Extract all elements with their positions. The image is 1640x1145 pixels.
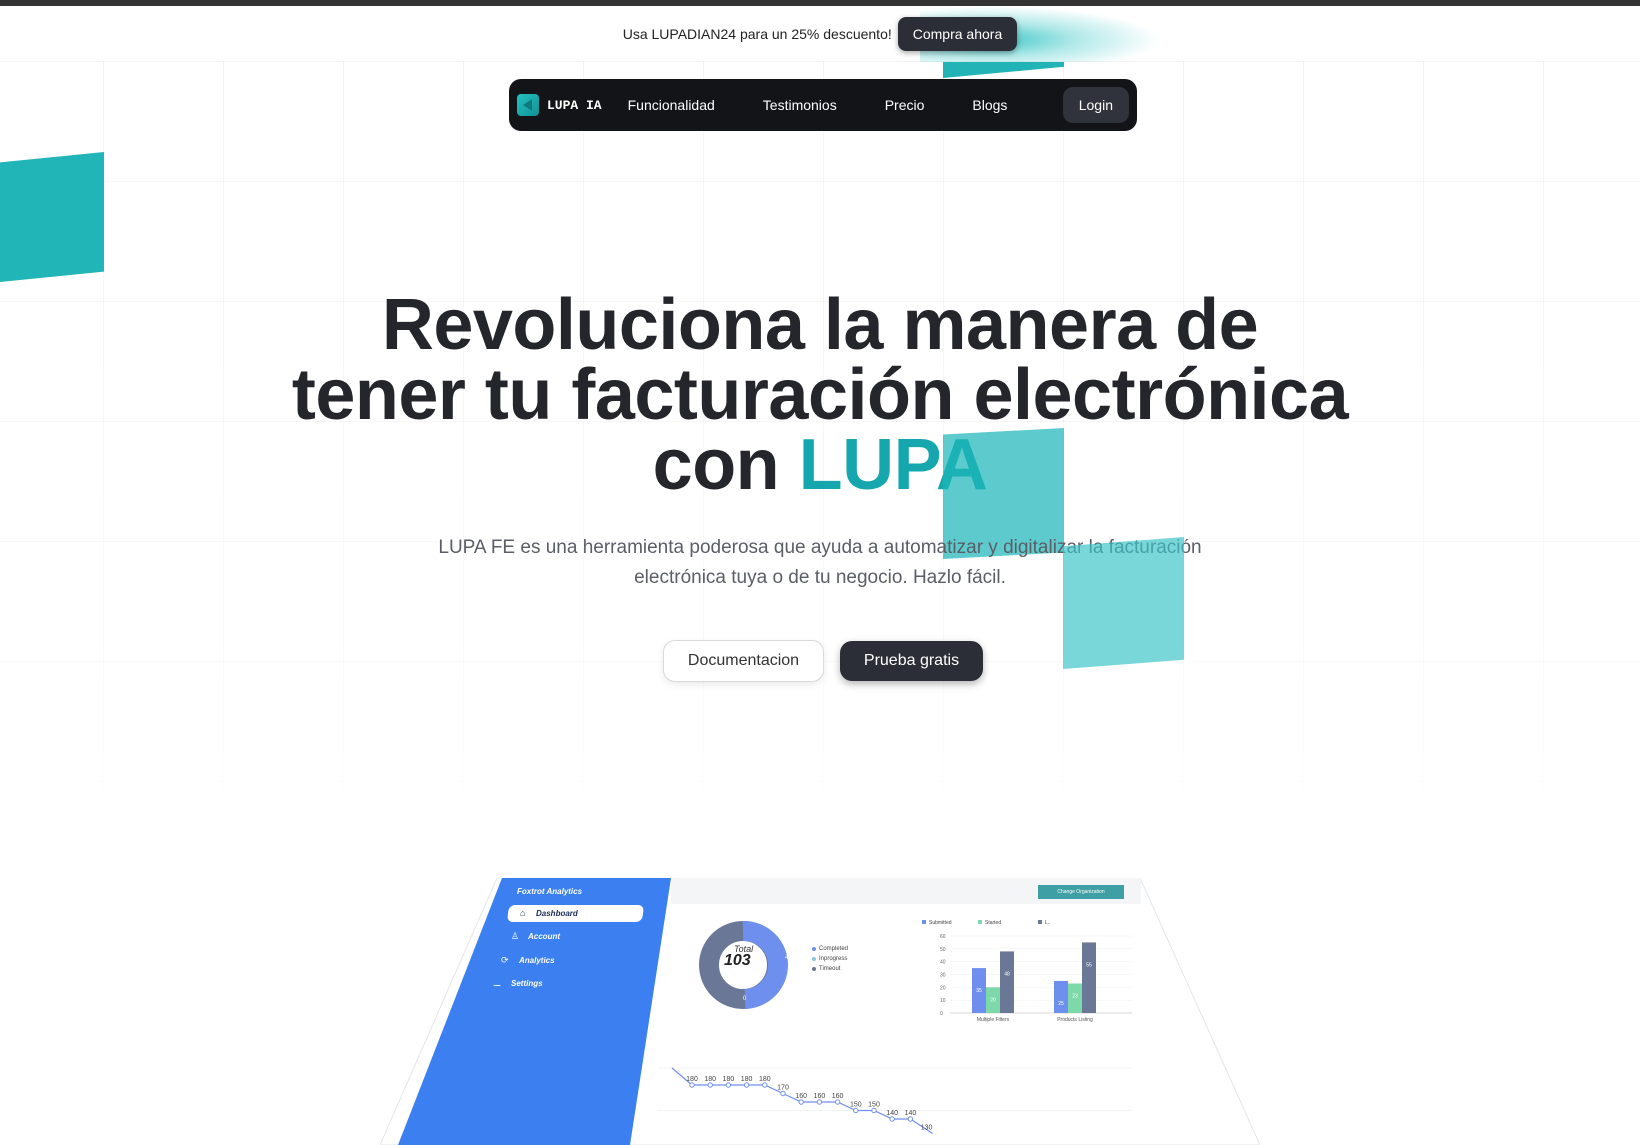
bar-value-label: 23 <box>1072 993 1078 999</box>
dashboard-brand: Foxtrot Analytics <box>517 887 583 896</box>
nav-link-testimonios[interactable]: Testimonios <box>739 97 861 113</box>
bar <box>1000 951 1014 1013</box>
line-point <box>762 1082 768 1088</box>
bar-value-label: 20 <box>990 997 996 1003</box>
donut-legend-inprogress: Inprogress <box>812 956 847 962</box>
free-trial-button[interactable]: Prueba gratis <box>840 641 983 681</box>
documentation-button[interactable]: Documentacion <box>663 640 824 682</box>
hero-subtitle-line-2: electrónica tuya o de tu negocio. Hazlo … <box>634 567 1006 588</box>
logo[interactable]: LUPA IA <box>517 94 602 116</box>
legend-dot-icon <box>812 957 816 961</box>
bar-y-tick: 20 <box>940 985 946 991</box>
line-point <box>780 1090 786 1097</box>
legend-label: Timeout <box>819 966 841 972</box>
line-point <box>707 1082 713 1088</box>
line-point-label: 130 <box>921 1125 933 1132</box>
bar-value-label: 35 <box>976 988 982 994</box>
bar-y-tick: 50 <box>940 947 946 953</box>
bar-legend-swatch <box>922 920 926 924</box>
donut-value-bottom: 0 <box>743 996 747 1002</box>
bar-category-label: Products Listing <box>1057 1017 1093 1023</box>
dashboard-nav-dashboard[interactable]: Dashboard <box>536 909 578 918</box>
login-button[interactable]: Login <box>1062 87 1129 123</box>
line-point-label: 180 <box>741 1076 753 1083</box>
line-point <box>871 1107 877 1114</box>
legend-label: Inprogress <box>819 956 848 962</box>
user-icon: ♙ <box>511 931 520 941</box>
hero-title-line-2: tener tu facturación electrónica <box>291 355 1349 435</box>
line-point-label: 160 <box>795 1093 807 1100</box>
line-point-label: 160 <box>832 1093 844 1100</box>
bar-category-label: Multiple Filters <box>977 1017 1010 1023</box>
bar-legend-swatch <box>978 920 982 924</box>
decor-shape-left <box>0 152 104 282</box>
bar-value-label: 55 <box>1086 962 1092 968</box>
line-point-label: 170 <box>777 1085 789 1092</box>
line-point <box>834 1099 841 1105</box>
logo-icon <box>517 94 539 116</box>
line-point-label: 140 <box>905 1110 917 1117</box>
nav-link-precio[interactable]: Precio <box>861 97 949 113</box>
line-point-label: 150 <box>850 1102 862 1109</box>
line-point-label: 180 <box>723 1076 735 1083</box>
line-point <box>853 1107 859 1114</box>
line-point-label: 180 <box>686 1076 698 1083</box>
hero-title: Revoluciona la manera de tener tu factur… <box>220 289 1420 501</box>
dashboard-preview: Foxtrot Analytics ⌂ Dashboard ♙ Account … <box>380 878 1260 1145</box>
line-point-label: 150 <box>868 1102 880 1109</box>
promo-text: Usa LUPADIAN24 para un 25% descuento! <box>622 26 892 42</box>
bar-y-tick: 0 <box>940 1011 943 1017</box>
bar-y-tick: 40 <box>940 960 946 966</box>
bar-value-label: 48 <box>1004 971 1010 977</box>
logo-text: LUPA IA <box>547 97 602 113</box>
bar-chart: Submitted Started L.. 0 10 20 30 40 50 60 35 20 48 Mu… <box>922 920 1132 1023</box>
bar-legend-label: L.. <box>1045 920 1051 926</box>
dashboard-nav-analytics[interactable]: Analytics <box>519 956 555 965</box>
line-point-label: 140 <box>886 1110 898 1117</box>
hero-title-line-3: con <box>652 425 799 505</box>
line-point <box>816 1099 823 1105</box>
bar-y-tick: 60 <box>940 934 946 940</box>
legend-dot-icon <box>812 967 816 971</box>
bar-legend-swatch <box>1038 920 1042 924</box>
donut-value-right: 49 <box>785 955 792 961</box>
legend-label: Completed <box>819 946 849 952</box>
line-point <box>743 1082 750 1088</box>
main-nav: LUPA IA Funcionalidad Testimonios Precio… <box>509 79 1137 131</box>
donut-total-value: 103 <box>724 952 751 969</box>
bar-legend-label: Started <box>985 920 1001 926</box>
decor-shape-right <box>1063 537 1184 669</box>
bar <box>1054 980 1068 1013</box>
line-point-label: 180 <box>704 1076 716 1083</box>
line-point-label: 180 <box>759 1076 771 1083</box>
donut-legend-completed: Completed <box>812 946 848 952</box>
dashboard-nav-account[interactable]: Account <box>528 932 560 941</box>
line-point <box>907 1116 914 1122</box>
line-point-label: 160 <box>814 1093 826 1100</box>
line-chart: 2001501801801801801801701601601601501501… <box>658 1067 1132 1135</box>
bar-value-label: 25 <box>1058 1001 1064 1007</box>
buy-now-button[interactable]: Compra ahora <box>897 17 1018 51</box>
bar <box>1082 942 1096 1013</box>
line-point <box>889 1116 895 1122</box>
promo-banner: Usa LUPADIAN24 para un 25% descuento! Co… <box>0 6 1640 62</box>
line-point <box>725 1082 732 1088</box>
settings-icon: ⚊ <box>493 978 502 988</box>
home-icon: ⌂ <box>520 908 526 918</box>
legend-dot-icon <box>812 947 816 951</box>
nav-link-funcionalidad[interactable]: Funcionalidad <box>628 97 739 113</box>
nav-link-blogs[interactable]: Blogs <box>948 97 1031 113</box>
donut-value-left: 54 <box>692 963 699 969</box>
hero-title-line-1: Revoluciona la manera de <box>381 285 1259 365</box>
line-point <box>798 1099 804 1105</box>
donut-legend-timeout: Timeout <box>812 966 840 972</box>
analytics-icon: ⟳ <box>501 955 509 965</box>
dashboard-nav-settings[interactable]: Settings <box>511 979 543 988</box>
bar-y-tick: 30 <box>940 973 946 979</box>
bar-y-tick: 10 <box>940 998 946 1004</box>
bar-legend-label: Submitted <box>929 920 952 926</box>
line-point <box>689 1082 695 1088</box>
change-organization-button[interactable]: Change Organization <box>1038 885 1124 899</box>
